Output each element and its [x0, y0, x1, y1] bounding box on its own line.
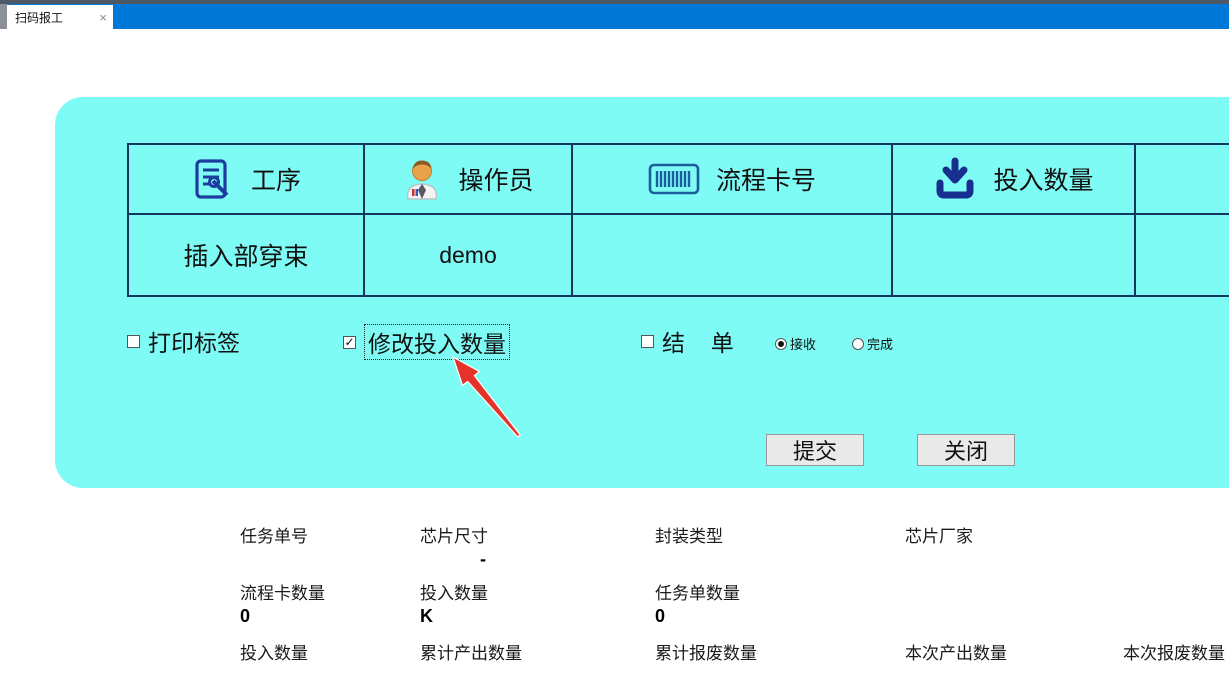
info-label-package-type: 封装类型	[655, 522, 723, 547]
flow-card-value-cell[interactable]	[573, 215, 893, 295]
submit-qty-value-cell[interactable]	[1136, 215, 1229, 295]
red-annotation-arrow	[445, 349, 529, 447]
info-label-chip-size: 芯片尺寸	[420, 522, 488, 547]
info-label-this-scrap-qty: 本次报废数量	[1123, 639, 1225, 664]
info-value-task-order-count: 0	[655, 606, 665, 627]
column-label-process: 工序	[251, 161, 301, 197]
column-label-flow-card: 流程卡号	[716, 161, 816, 197]
close-icon[interactable]: ×	[99, 11, 107, 24]
app-window: 扫码报工 × 工序	[0, 0, 1229, 685]
tab-title: 扫码报工	[15, 9, 63, 26]
info-label-input-qty2: 投入数量	[420, 579, 488, 604]
info-label-input-qty3: 投入数量	[240, 639, 308, 664]
close-order-text: 结 单	[662, 324, 744, 358]
header-cell-submit-qty: 提	[1136, 145, 1229, 215]
print-label-option[interactable]: 打印标签	[127, 324, 240, 358]
operator-value: demo	[439, 242, 497, 269]
print-label-checkbox[interactable]	[127, 335, 140, 348]
submit-button[interactable]: 提交	[766, 434, 864, 466]
table-value-row: 插入部穿束 demo	[129, 215, 1229, 295]
close-order-checkbox[interactable]	[641, 335, 654, 348]
radio-receive[interactable]	[775, 338, 787, 350]
radio-complete[interactable]	[852, 338, 864, 350]
column-label-input-qty: 投入数量	[993, 161, 1093, 197]
header-cell-process: 工序	[129, 145, 365, 215]
operator-icon	[402, 157, 442, 201]
print-label-text: 打印标签	[148, 324, 240, 358]
operator-value-cell[interactable]: demo	[365, 215, 573, 295]
info-value-flow-card-count: 0	[240, 606, 250, 627]
header-cell-input-qty: 投入数量	[893, 145, 1136, 215]
info-label-cum-output-qty: 累计产出数量	[420, 639, 522, 664]
close-button-label: 关闭	[944, 434, 988, 466]
info-label-task-order-no: 任务单号	[240, 522, 308, 547]
info-value-chip-size: -	[480, 549, 486, 570]
modify-input-qty-checkbox[interactable]: ✓	[343, 336, 356, 349]
info-value-input-qty: K	[420, 606, 433, 627]
close-button[interactable]: 关闭	[917, 434, 1015, 466]
info-label-task-order-count: 任务单数量	[655, 579, 740, 604]
close-order-option[interactable]: 结 单	[641, 324, 744, 358]
info-label-cum-scrap-qty: 累计报废数量	[655, 639, 757, 664]
barcode-icon	[648, 161, 700, 197]
process-icon	[191, 157, 235, 201]
process-value-cell[interactable]: 插入部穿束	[129, 215, 365, 295]
input-qty-value-cell[interactable]	[893, 215, 1136, 295]
scan-report-panel: 工序 操作员	[55, 97, 1229, 488]
info-label-chip-maker: 芯片厂家	[905, 522, 973, 547]
work-report-table: 工序 操作员	[127, 143, 1229, 297]
info-label-this-output-qty: 本次产出数量	[905, 639, 1007, 664]
tab-scan-report[interactable]: 扫码报工 ×	[7, 5, 113, 29]
radio-complete-option[interactable]: 完成	[852, 334, 893, 353]
radio-receive-label: 接收	[790, 334, 816, 353]
submit-button-label: 提交	[793, 434, 837, 466]
column-label-operator: 操作员	[458, 161, 533, 197]
radio-complete-label: 完成	[867, 334, 893, 353]
header-cell-operator: 操作员	[365, 145, 573, 215]
info-label-flow-card-count: 流程卡数量	[240, 579, 325, 604]
radio-receive-option[interactable]: 接收	[775, 334, 816, 353]
header-cell-flow-card: 流程卡号	[573, 145, 893, 215]
process-value: 插入部穿束	[183, 237, 308, 273]
title-bar	[0, 4, 1229, 29]
table-header-row: 工序 操作员	[129, 145, 1229, 215]
input-qty-download-icon	[933, 157, 977, 201]
tabstrip-left-edge	[0, 4, 7, 29]
